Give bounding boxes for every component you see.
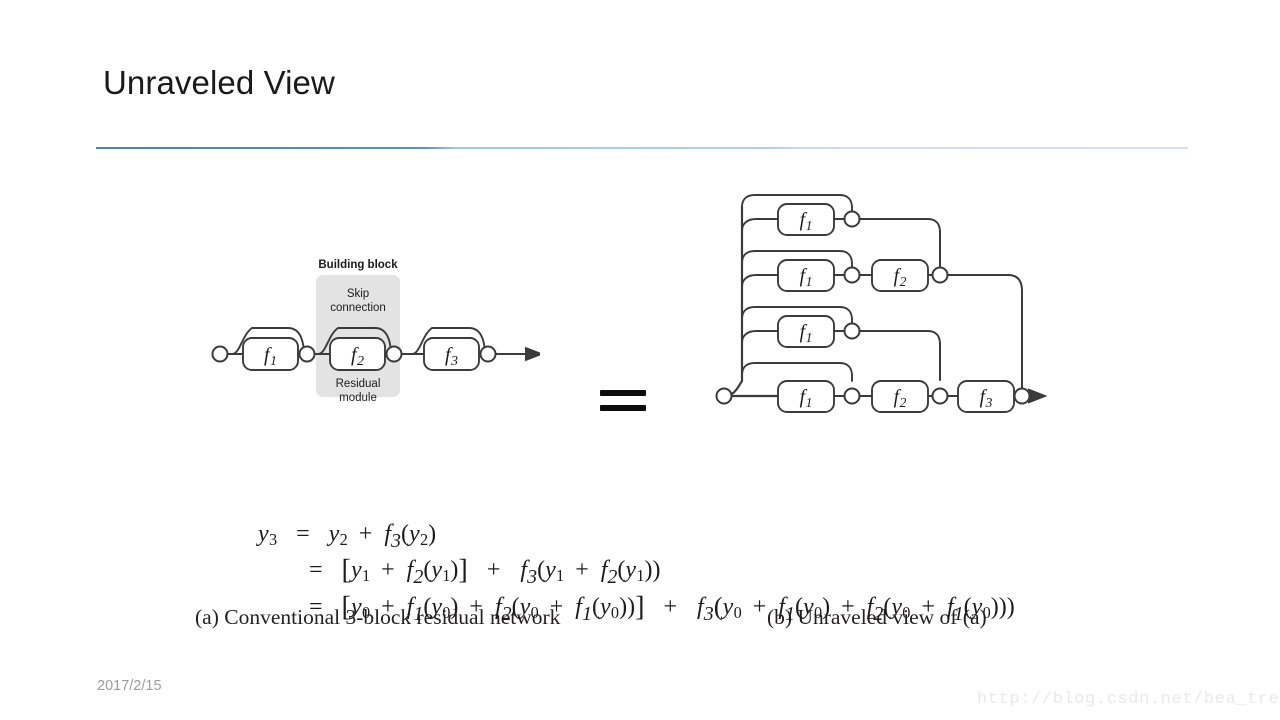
diagram-conventional-residual-network: f1 f2 f3 Building block Skip connection …	[190, 175, 540, 405]
figure-container: f1 f2 f3 Building block Skip connection …	[0, 175, 1280, 629]
node-junction	[843, 387, 861, 405]
node-junction	[843, 266, 861, 284]
node-junction-2	[385, 345, 403, 363]
block-f1: f1	[777, 315, 835, 348]
block-f3: f3	[957, 380, 1015, 413]
label-residual-module: Residual	[336, 378, 381, 390]
diagram-unraveled-view: f1 f1 f1 f1 f2 f2 f3	[690, 175, 1070, 425]
equation-line-3: = [y0 + f1(y0) + f2(y0 + f1(y0))] + f3(y…	[309, 591, 1015, 625]
title-divider	[96, 147, 1188, 149]
footer-date: 2017/2/15	[97, 678, 162, 694]
equation-line-1: y3 = y2 + f3(y2)	[258, 521, 437, 552]
svg-text:connection: connection	[330, 302, 386, 314]
page-title: Unraveled View	[103, 64, 335, 101]
equation-block: y3 = y2 + f3(y2) = [y1 + f2(y1)] + f3(y1…	[258, 516, 1015, 625]
watermark-url: http://blog.csdn.net/bea_tree	[977, 690, 1280, 709]
block-f1: f1	[242, 337, 299, 371]
node-junction	[843, 210, 861, 228]
node-input	[715, 387, 733, 405]
node-output	[1013, 387, 1031, 405]
block-f3: f3	[423, 337, 480, 371]
block-f2: f2	[871, 380, 929, 413]
node-junction-1	[298, 345, 316, 363]
block-f2: f2	[871, 259, 929, 292]
node-junction	[843, 322, 861, 340]
label-building-block: Building block	[318, 259, 398, 271]
label-skip-connection: Skip	[347, 288, 369, 300]
node-junction	[931, 266, 949, 284]
block-f1: f1	[777, 203, 835, 236]
equation-line-2: = [y1 + f2(y1)] + f3(y1 + f2(y1))	[309, 554, 661, 588]
block-f2: f2	[329, 337, 386, 371]
block-f1: f1	[777, 259, 835, 292]
node-input	[211, 345, 229, 363]
block-f1: f1	[777, 380, 835, 413]
node-output	[479, 345, 497, 363]
svg-text:module: module	[339, 392, 377, 404]
equals-symbol	[600, 390, 646, 420]
node-junction	[931, 387, 949, 405]
